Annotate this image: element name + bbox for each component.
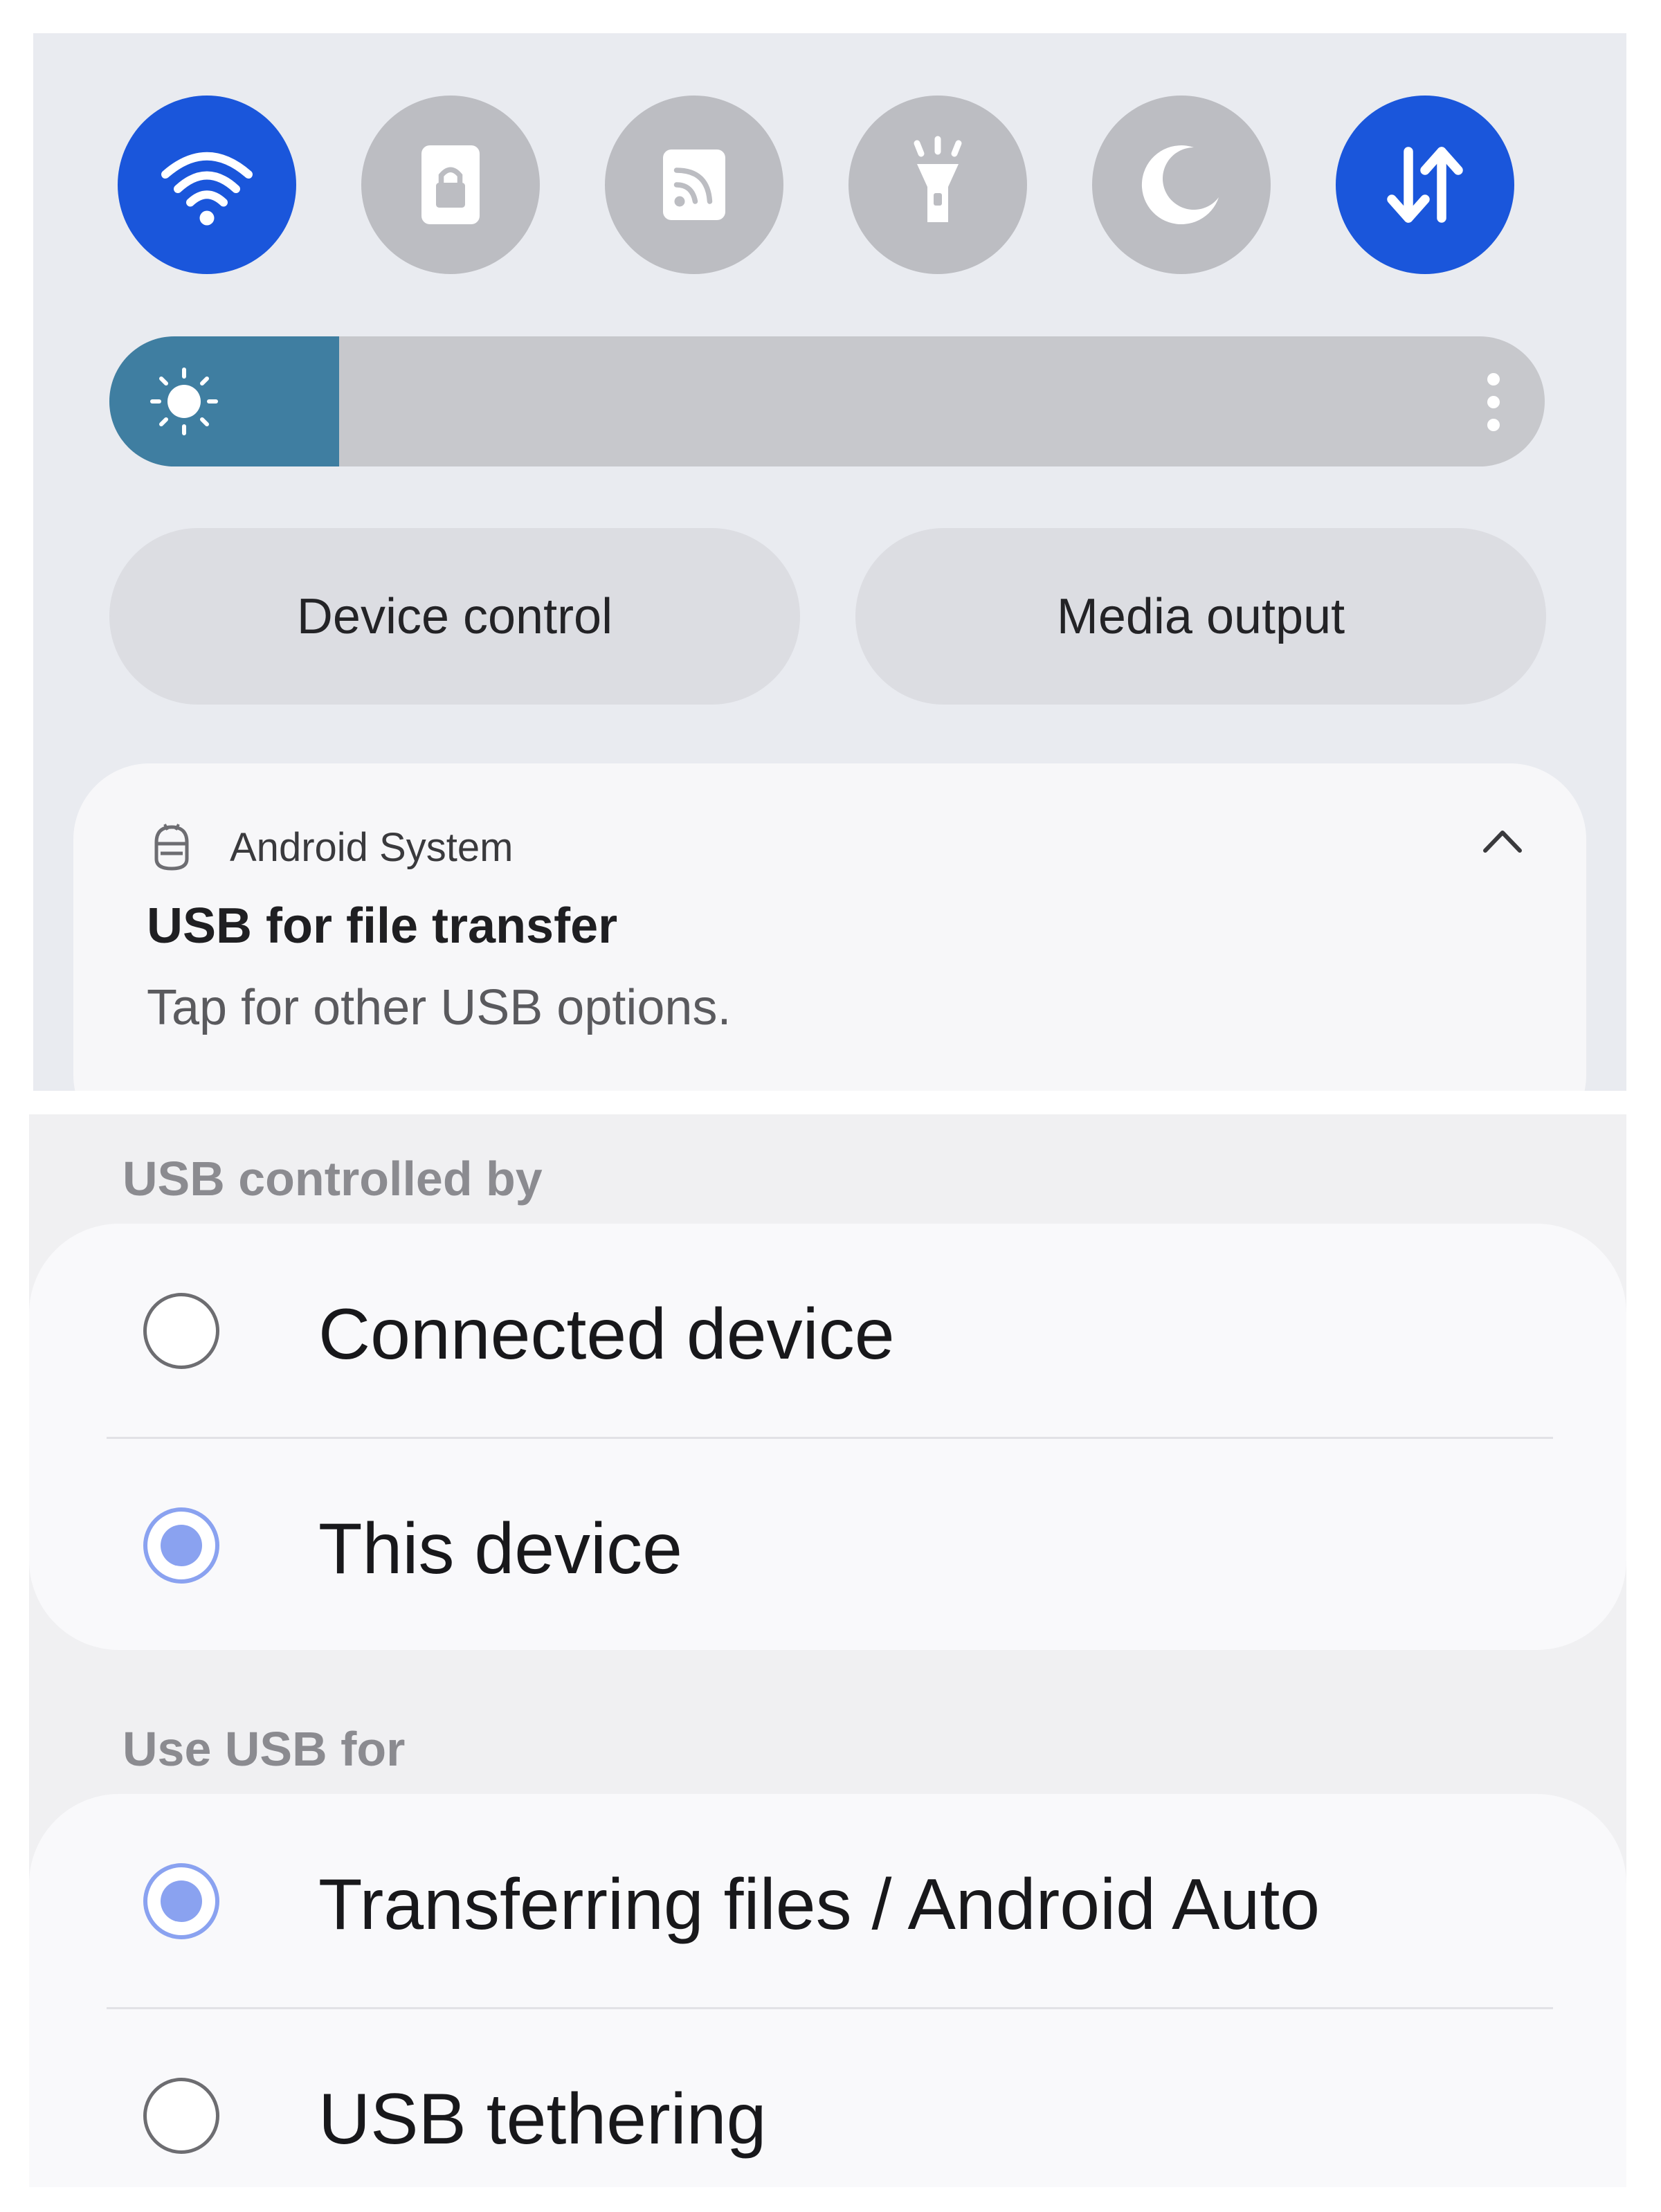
option-label: Connected device bbox=[318, 1294, 895, 1375]
night-mode-toggle[interactable] bbox=[1092, 96, 1271, 274]
android-system-icon bbox=[154, 824, 189, 871]
option-usb-tethering[interactable]: USB tethering bbox=[29, 2009, 1626, 2187]
wifi-toggle[interactable] bbox=[118, 96, 296, 274]
radio-button[interactable] bbox=[143, 1507, 219, 1584]
notification-title: USB for file transfer bbox=[147, 898, 618, 954]
flashlight-toggle[interactable] bbox=[848, 96, 1027, 274]
option-connected-device[interactable]: Connected device bbox=[29, 1224, 1626, 1442]
sun-icon bbox=[150, 368, 218, 435]
data-arrows-icon bbox=[1387, 147, 1463, 223]
mobile-data-toggle[interactable] bbox=[1336, 96, 1514, 274]
brightness-level bbox=[109, 336, 339, 466]
cast-icon bbox=[663, 149, 725, 220]
chevron-up-icon[interactable] bbox=[1478, 823, 1527, 858]
lock-icon bbox=[421, 145, 480, 224]
usb-notification-card[interactable]: Android System USB for file transfer Tap… bbox=[73, 763, 1586, 1091]
controlled-by-card: Connected device This device bbox=[29, 1224, 1626, 1650]
option-this-device[interactable]: This device bbox=[29, 1438, 1626, 1657]
brightness-slider[interactable] bbox=[109, 336, 1545, 466]
media-output-button[interactable]: Media output bbox=[855, 528, 1546, 705]
radio-button[interactable] bbox=[143, 1293, 219, 1369]
more-vertical-icon[interactable] bbox=[1484, 371, 1503, 433]
radio-button[interactable] bbox=[143, 2078, 219, 2154]
device-control-button[interactable]: Device control bbox=[109, 528, 800, 705]
use-usb-for-card: Transferring files / Android Auto USB te… bbox=[29, 1794, 1626, 2187]
option-transferring-files[interactable]: Transferring files / Android Auto bbox=[29, 1794, 1626, 2013]
option-label: USB tethering bbox=[318, 2079, 767, 2159]
notification-text: Tap for other USB options. bbox=[147, 980, 732, 1035]
flashlight-icon bbox=[914, 136, 962, 222]
secure-folder-toggle[interactable] bbox=[361, 96, 540, 274]
use-usb-for-heading: Use USB for bbox=[122, 1722, 406, 1776]
notification-app-name: Android System bbox=[230, 825, 514, 870]
wifi-icon bbox=[161, 152, 253, 226]
quick-settings-panel: Device control Media output Android Syst… bbox=[33, 33, 1626, 1091]
cast-toggle[interactable] bbox=[605, 96, 783, 274]
usb-preferences-panel: USB controlled by Connected device This … bbox=[29, 1114, 1626, 2187]
moon-icon bbox=[1141, 145, 1219, 225]
usb-controlled-by-heading: USB controlled by bbox=[122, 1152, 543, 1206]
option-label: This device bbox=[318, 1509, 682, 1589]
option-label: Transferring files / Android Auto bbox=[318, 1865, 1320, 1945]
radio-button[interactable] bbox=[143, 1863, 219, 1939]
